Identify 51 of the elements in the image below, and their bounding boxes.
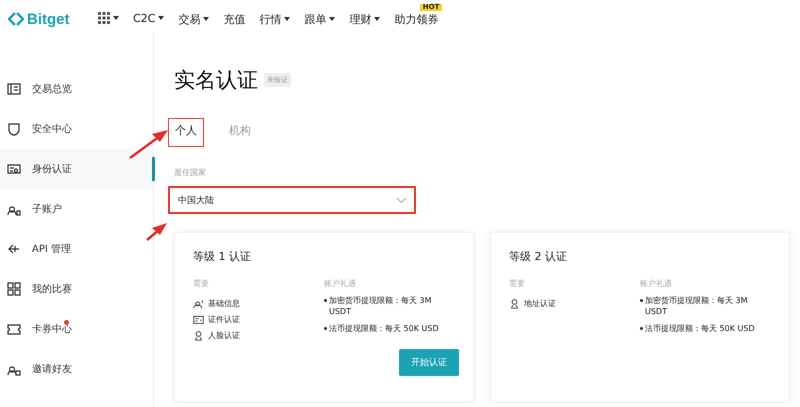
annotation-arrow [146,223,167,241]
benefit-text: 法币提现限额：每天 50K USD [645,323,755,334]
nav-menu-item[interactable]: C2C [133,12,164,24]
sidebar-item[interactable]: 身份认证 [0,149,153,189]
sidebar-item[interactable]: 我的比赛 [0,269,153,309]
column-label: 需要 [193,278,210,289]
sidebar-item[interactable]: API 管理 [0,229,153,269]
sidebar-item-icon [6,121,22,137]
nav-menu-item[interactable]: 交易 [178,12,210,26]
benefit-text: 加密货币提现限额：每天 3M USDT [329,295,433,317]
page-title: 实名认证 [174,67,258,94]
chevron-down-icon [397,198,406,202]
nav-menu-item[interactable]: 行情 [259,12,290,26]
requirement-icon [193,298,204,308]
field-label: 居住国家 [174,167,207,178]
tab[interactable]: 个人 [168,118,204,147]
column-label: 账户礼遇 [640,278,673,289]
nav-menu-item[interactable]: 跟单 [304,12,336,26]
requirement-icon [193,330,204,340]
bullet-icon [324,327,327,330]
sidebar-item[interactable]: 交易总览 [0,69,153,109]
annotation-arrow [129,130,168,159]
sidebar-item-icon [6,281,22,297]
grid-icon [98,12,110,24]
nav-menu-item[interactable]: 理财 [349,12,380,26]
sidebar-item[interactable]: 邀请好友 [0,349,153,389]
sidebar-item[interactable]: 子账户 [0,189,153,229]
requirement-icon [193,314,204,324]
requirement-text: 证件认证 [208,314,240,324]
column-label: 需要 [509,278,526,289]
column-label: 账户礼遇 [324,278,357,289]
requirement-text: 人脸认证 [208,330,240,340]
card-title: 等级 1 认证 [193,249,252,264]
requirement-text: 基础信息 [208,298,240,308]
nav-menu-item[interactable] [98,12,119,24]
country-select[interactable]: 中国大陆 [168,186,416,214]
benefit-text: 法币提现限额：每天 50K USD [329,323,439,334]
card-title: 等级 2 认证 [509,249,568,264]
requirement-icon [509,298,520,308]
bullet-icon [640,327,643,330]
sidebar-item[interactable]: 安全中心 [0,109,153,149]
nav-menu-item[interactable]: 助力领券 [394,12,438,26]
sidebar-item-icon [6,81,22,97]
benefit-text: 加密货币提现限额：每天 3M USDT [645,295,749,317]
sidebar-item[interactable]: 卡券中心 [0,309,153,349]
logo-text: Bitget [27,10,70,28]
bullet-icon [324,299,327,302]
bullet-icon [640,299,643,302]
active-indicator [152,157,155,181]
nav-menu-item[interactable]: 充值 [223,12,246,26]
requirement-text: 地址认证 [524,298,556,308]
